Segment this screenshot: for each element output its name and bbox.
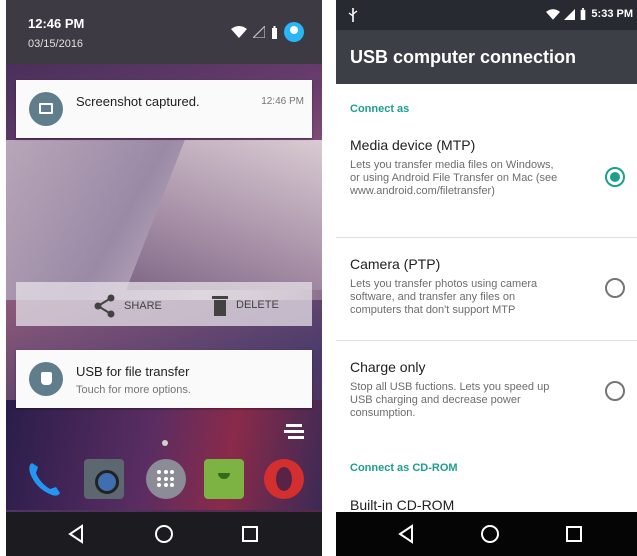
share-button[interactable]: SHARE: [94, 294, 162, 318]
clock-date: 03/15/2016: [28, 38, 84, 50]
page-title: USB computer connection: [350, 47, 577, 67]
back-icon[interactable]: [66, 524, 86, 544]
back-icon[interactable]: [396, 524, 416, 544]
notification-title: Screenshot captured.: [76, 94, 200, 109]
divider: [336, 237, 637, 238]
recents-icon[interactable]: [564, 524, 584, 544]
camera-app-icon[interactable]: [84, 459, 124, 499]
wifi-icon: [546, 8, 561, 20]
delete-label: DELETE: [236, 299, 279, 311]
option-mtp[interactable]: Media device (MTP) Lets you transfer med…: [336, 137, 637, 237]
clock-time: 12:46 PM: [28, 16, 85, 31]
trash-icon: [212, 296, 228, 316]
screenshot-notification[interactable]: Screenshot captured. 12:46 PM: [16, 80, 312, 138]
clear-all-icon[interactable]: [284, 424, 306, 440]
usb-settings-screen: 5:33 PM USB computer connection Connect …: [336, 0, 637, 556]
section-header-connect-as: Connect as: [350, 103, 410, 115]
option-title: Media device (MTP): [350, 137, 476, 153]
usb-notification[interactable]: USB for file transfer Touch for more opt…: [16, 350, 312, 408]
section-header-cdrom: Connect as CD-ROM: [350, 462, 458, 474]
option-title: Charge only: [350, 359, 426, 375]
page-indicator: [162, 440, 168, 446]
notification-shade-screen: 12:46 PM 03/15/2016 Screenshot captured.…: [6, 0, 322, 556]
radio-charge-only[interactable]: [605, 381, 625, 401]
app-launcher-icon[interactable]: [146, 459, 186, 499]
usb-icon: [348, 8, 358, 22]
navigation-bar: [336, 512, 637, 556]
signal-icon: [253, 26, 265, 38]
option-description: Lets you transfer photos using camera so…: [350, 278, 538, 316]
share-icon: [94, 294, 115, 318]
app-dock: [6, 455, 322, 505]
messenger-app-icon[interactable]: [204, 459, 244, 499]
status-icons: [231, 22, 304, 42]
home-icon[interactable]: [480, 524, 500, 544]
android-icon: [29, 362, 63, 396]
app-bar: USB computer connection: [336, 30, 637, 84]
option-charge-only[interactable]: Charge only Stop all USB fuctions. Lets …: [336, 359, 637, 439]
usb-notification-title: USB for file transfer: [76, 364, 190, 379]
wifi-icon: [231, 26, 247, 38]
radio-ptp[interactable]: [605, 278, 625, 298]
radio-mtp[interactable]: [605, 167, 625, 187]
notification-time: 12:46 PM: [261, 96, 304, 107]
option-title: Camera (PTP): [350, 256, 441, 272]
option-description: Lets you transfer media files on Windows…: [350, 159, 558, 197]
divider: [336, 340, 637, 341]
option-title: Built-in CD-ROM: [350, 497, 455, 513]
share-label: SHARE: [124, 300, 162, 312]
status-bar: 5:33 PM: [336, 0, 637, 30]
notification-actions: SHARE DELETE: [16, 282, 312, 326]
screenshot-icon: [29, 92, 63, 126]
option-description: Stop all USB fuctions. Lets you speed up…: [350, 381, 550, 419]
status-time: 5:33 PM: [591, 8, 633, 20]
user-avatar-icon[interactable]: [284, 22, 304, 42]
option-ptp[interactable]: Camera (PTP) Lets you transfer photos us…: [336, 256, 637, 340]
battery-icon: [272, 25, 277, 39]
usb-notification-subtitle: Touch for more options.: [76, 384, 191, 396]
phone-app-icon[interactable]: [24, 459, 64, 499]
home-icon[interactable]: [154, 524, 174, 544]
signal-icon: [564, 8, 576, 20]
recents-icon[interactable]: [240, 524, 260, 544]
battery-icon: [581, 8, 586, 20]
navigation-bar: [6, 512, 322, 556]
notification-header: 12:46 PM 03/15/2016: [6, 0, 322, 64]
opera-app-icon[interactable]: [264, 459, 304, 499]
delete-button[interactable]: DELETE: [212, 294, 279, 316]
